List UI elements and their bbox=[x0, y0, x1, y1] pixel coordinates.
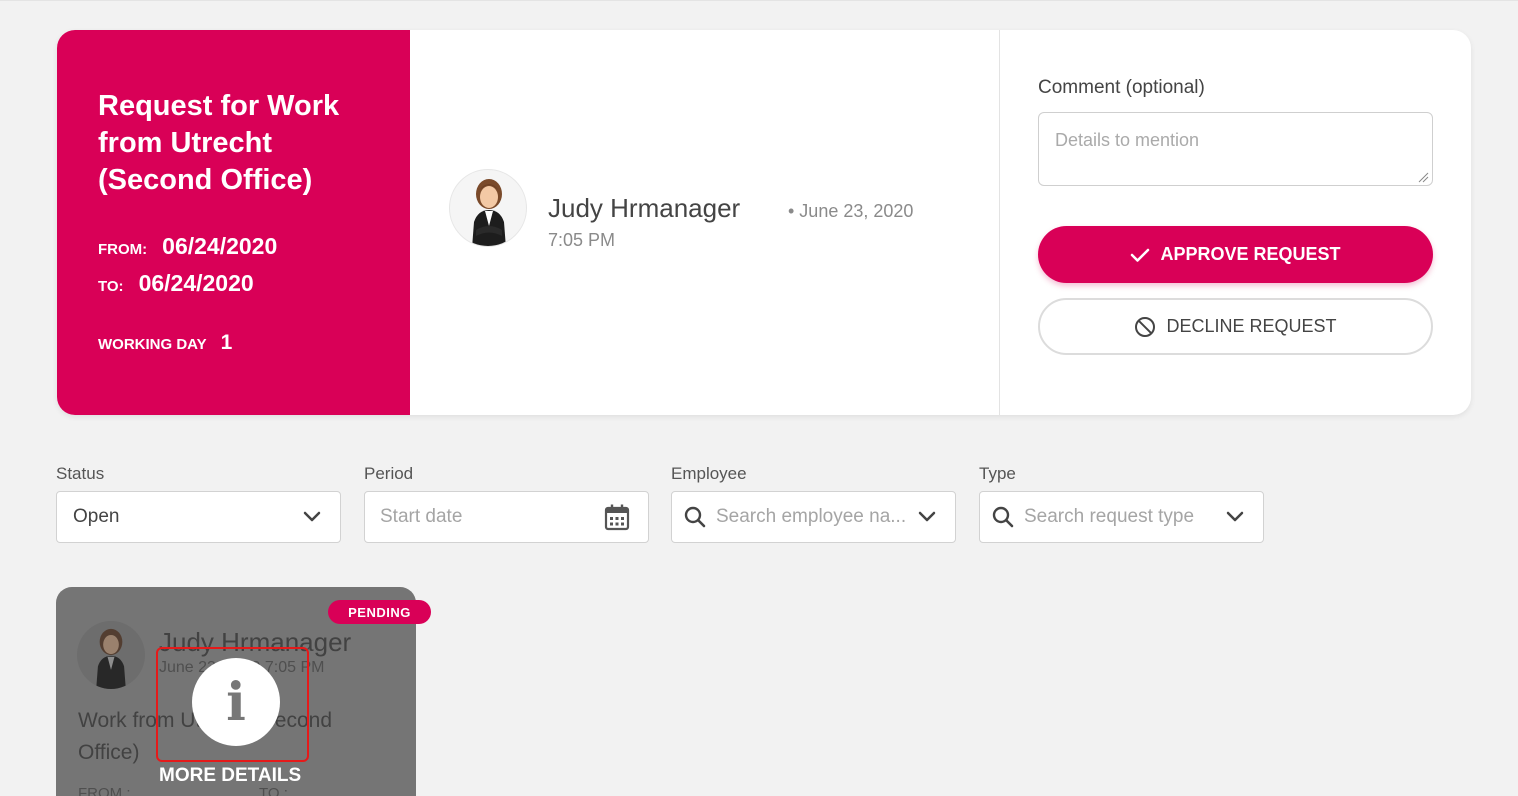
checkmark-icon bbox=[1131, 248, 1150, 262]
period-input[interactable]: Start date bbox=[364, 491, 649, 543]
requester-panel: Judy Hrmanager • June 23, 2020 7:05 PM bbox=[410, 30, 1000, 415]
from-date: 06/24/2020 bbox=[162, 233, 278, 259]
status-badge: PENDING bbox=[328, 600, 431, 624]
working-day-value: 1 bbox=[220, 331, 233, 354]
search-icon bbox=[991, 505, 1015, 529]
avatar bbox=[449, 169, 527, 247]
type-search[interactable]: Search request type bbox=[979, 491, 1264, 543]
approve-request-button[interactable]: APPROVE REQUEST bbox=[1038, 226, 1433, 283]
decline-label: DECLINE REQUEST bbox=[1166, 316, 1337, 336]
to-date: 06/24/2020 bbox=[138, 270, 254, 296]
request-detail-card: Request for Work from Utrecht (Second Of… bbox=[57, 30, 1471, 415]
working-day-row: WORKING DAY 1 bbox=[98, 331, 370, 355]
to-label: TO: bbox=[98, 278, 124, 295]
employee-filter: Employee Search employee na... bbox=[671, 464, 956, 543]
approve-label: APPROVE REQUEST bbox=[1160, 244, 1341, 264]
from-label: FROM: bbox=[98, 241, 148, 258]
period-filter: Period Start date bbox=[364, 464, 649, 543]
calendar-icon[interactable] bbox=[604, 503, 630, 531]
status-value: Open bbox=[73, 506, 120, 527]
employee-search[interactable]: Search employee na... bbox=[671, 491, 956, 543]
employee-label: Employee bbox=[671, 464, 747, 483]
chevron-down-icon bbox=[303, 511, 321, 522]
to-row: TO: 06/24/2020 bbox=[98, 270, 370, 297]
request-date: • June 23, 2020 bbox=[788, 201, 914, 221]
request-summary-panel: Request for Work from Utrecht (Second Of… bbox=[57, 30, 410, 415]
more-details-label[interactable]: MORE DETAILS bbox=[159, 765, 301, 787]
type-filter: Type Search request type bbox=[979, 464, 1264, 543]
focus-highlight bbox=[156, 647, 309, 762]
top-divider bbox=[0, 0, 1518, 1]
action-panel: Comment (optional) APPROVE REQUEST DECLI… bbox=[1000, 30, 1471, 415]
chevron-down-icon bbox=[1226, 511, 1244, 522]
requester-name: Judy Hrmanager bbox=[548, 193, 741, 223]
decline-request-button[interactable]: DECLINE REQUEST bbox=[1038, 298, 1433, 355]
search-icon bbox=[683, 505, 707, 529]
request-title: Request for Work from Utrecht (Second Of… bbox=[98, 90, 340, 196]
comment-label: Comment (optional) bbox=[1038, 77, 1205, 98]
period-label: Period bbox=[364, 464, 414, 483]
working-day-label: WORKING DAY bbox=[98, 336, 207, 353]
request-time: 7:05 PM bbox=[548, 230, 616, 250]
status-label: Status bbox=[56, 464, 105, 483]
status-filter: Status Open bbox=[56, 464, 341, 543]
status-select[interactable]: Open bbox=[56, 491, 341, 543]
period-placeholder: Start date bbox=[380, 506, 463, 527]
type-placeholder: Search request type bbox=[1024, 506, 1195, 527]
from-row: FROM: 06/24/2020 bbox=[98, 233, 370, 260]
comment-field[interactable] bbox=[1038, 112, 1433, 186]
ban-icon bbox=[1135, 316, 1156, 337]
employee-placeholder: Search employee na... bbox=[716, 506, 907, 527]
type-label: Type bbox=[979, 464, 1016, 483]
chevron-down-icon bbox=[918, 511, 936, 522]
resize-grip-icon[interactable] bbox=[1418, 172, 1429, 183]
